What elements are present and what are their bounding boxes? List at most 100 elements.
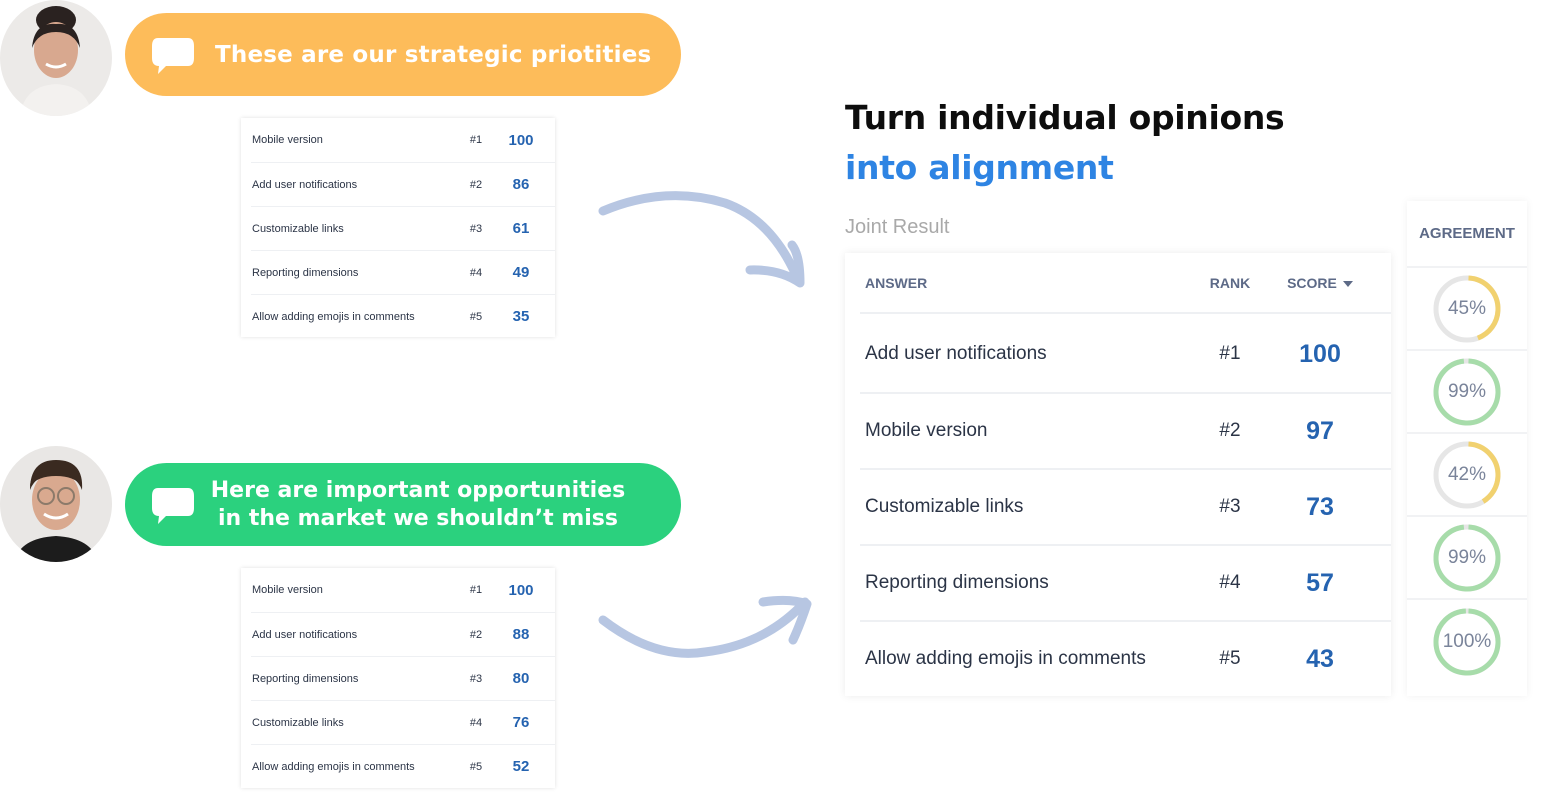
- rank-cell: #4: [1219, 572, 1241, 593]
- score-cell: 43: [1306, 644, 1334, 673]
- sort-caret-down-icon[interactable]: [1342, 280, 1353, 287]
- answer-cell: Customizable links: [252, 222, 344, 235]
- column-header-score-label: SCORE: [1287, 274, 1337, 291]
- column-header-answer[interactable]: ANSWER: [860, 275, 1190, 291]
- rank-cell: #4: [469, 716, 483, 729]
- score-cell: 88: [512, 626, 530, 643]
- answer-cell: Allow adding emojis in comments: [252, 310, 415, 323]
- individual-ranking-table: Mobile version #1 100 Add user notificat…: [241, 568, 555, 788]
- score-cell: 52: [512, 758, 530, 775]
- agreement-donut: 99%: [1432, 523, 1502, 593]
- headline-line2: into alignment: [845, 148, 1114, 187]
- rank-cell: #4: [469, 266, 483, 279]
- score-cell: 61: [512, 220, 530, 237]
- curved-arrow-up-right-icon: [598, 595, 812, 658]
- answer-cell: Mobile version: [252, 584, 323, 596]
- page-headline: Turn individual opinions into alignment: [845, 93, 1285, 193]
- table-header: ANSWER RANK SCORE: [860, 253, 1391, 314]
- chat-bubble-icon: [152, 488, 194, 524]
- bubble-message: These are our strategic priotities: [215, 41, 652, 68]
- rank-cell: #1: [1219, 343, 1241, 364]
- agreement-percent: 100%: [1442, 630, 1492, 652]
- rank-cell: #3: [1219, 496, 1241, 517]
- answer-cell: Reporting dimensions: [865, 572, 1049, 593]
- agreement-percent: 42%: [1447, 463, 1487, 485]
- curved-arrow-down-right-icon: [598, 191, 805, 288]
- agreement-percent: 99%: [1447, 380, 1487, 402]
- individual-ranking-table: Mobile version #1 100 Add user notificat…: [241, 118, 555, 337]
- score-cell: 86: [512, 176, 530, 193]
- answer-cell: Add user notifications: [865, 343, 1047, 364]
- rank-cell: #2: [469, 628, 483, 641]
- answer-cell: Customizable links: [252, 716, 344, 729]
- agreement-cell: 100%: [1407, 600, 1527, 683]
- bubble-message: Here are important opportunities in the …: [205, 477, 631, 533]
- score-cell: 76: [512, 714, 530, 731]
- rank-cell: #1: [469, 584, 483, 596]
- table-row: Reporting dimensions #4 49: [251, 250, 555, 294]
- column-header-agreement: AGREEMENT: [1407, 201, 1527, 268]
- answer-cell: Mobile version: [252, 134, 323, 146]
- headline-line1: Turn individual opinions: [845, 98, 1285, 137]
- table-row: Reporting dimensions #4 57: [860, 544, 1391, 620]
- score-cell: 35: [512, 308, 530, 325]
- table-row: Allow adding emojis in comments #5 52: [251, 744, 555, 788]
- score-cell: 57: [1306, 568, 1334, 597]
- chat-bubble-icon: [152, 38, 194, 74]
- speech-bubble-priorities: These are our strategic priotities: [125, 13, 681, 96]
- score-cell: 100: [508, 581, 534, 599]
- table-row: Reporting dimensions #3 80: [251, 656, 555, 700]
- agreement-donut: 45%: [1432, 274, 1502, 344]
- answer-cell: Add user notifications: [252, 178, 358, 191]
- agreement-percent: 45%: [1447, 297, 1487, 319]
- agreement-cell: 45%: [1407, 268, 1527, 351]
- rank-cell: #3: [469, 672, 483, 685]
- answer-cell: Allow adding emojis in comments: [865, 648, 1146, 669]
- score-cell: 49: [512, 264, 530, 281]
- agreement-donut: 99%: [1432, 357, 1502, 427]
- man-avatar: [0, 446, 112, 562]
- score-cell: 73: [1306, 492, 1334, 521]
- agreement-percent: 99%: [1447, 546, 1487, 568]
- agreement-column: AGREEMENT 45% 99% 42% 99% 100%: [1407, 201, 1527, 696]
- score-cell: 100: [508, 131, 534, 149]
- speech-bubble-opportunities: Here are important opportunities in the …: [125, 463, 681, 546]
- bubble-message-line2: in the market we shouldn’t miss: [218, 505, 618, 531]
- answer-cell: Add user notifications: [252, 628, 358, 641]
- bubble-message-line1: Here are important opportunities: [210, 477, 626, 503]
- table-row: Customizable links #3 61: [251, 206, 555, 250]
- table-row: Mobile version #1 100: [251, 118, 555, 162]
- table-row: Add user notifications #1 100: [860, 316, 1391, 392]
- woman-avatar-icon: [0, 0, 112, 116]
- rank-cell: #2: [1219, 420, 1241, 441]
- agreement-donut: 42%: [1432, 440, 1502, 510]
- joint-result-label: Joint Result: [845, 216, 950, 238]
- joint-result-table: ANSWER RANK SCORE Add user notifications…: [845, 253, 1391, 696]
- man-avatar-icon: [0, 446, 112, 562]
- woman-avatar: [0, 0, 112, 116]
- table-row: Allow adding emojis in comments #5 43: [860, 620, 1391, 696]
- agreement-cell: 99%: [1407, 517, 1527, 600]
- agreement-cell: 42%: [1407, 434, 1527, 517]
- answer-cell: Mobile version: [865, 420, 988, 441]
- agreement-cell: 99%: [1407, 351, 1527, 434]
- rank-cell: #1: [469, 134, 483, 146]
- score-cell: 97: [1306, 416, 1334, 445]
- table-row: Add user notifications #2 88: [251, 612, 555, 656]
- rank-cell: #2: [469, 178, 483, 191]
- score-cell: 80: [512, 670, 530, 687]
- table-row: Customizable links #4 76: [251, 700, 555, 744]
- table-row: Allow adding emojis in comments #5 35: [251, 294, 555, 338]
- answer-cell: Reporting dimensions: [252, 672, 359, 685]
- answer-cell: Customizable links: [865, 496, 1024, 517]
- agreement-donut: 100%: [1432, 607, 1502, 677]
- score-cell: 100: [1299, 339, 1341, 368]
- column-header-rank[interactable]: RANK: [1190, 275, 1270, 291]
- rank-cell: #5: [1219, 648, 1241, 669]
- table-row: Mobile version #2 97: [860, 392, 1391, 468]
- rank-cell: #3: [469, 222, 483, 235]
- rank-cell: #5: [469, 310, 483, 323]
- answer-cell: Allow adding emojis in comments: [252, 760, 415, 773]
- column-header-score[interactable]: SCORE: [1270, 275, 1370, 291]
- table-row: Customizable links #3 73: [860, 468, 1391, 544]
